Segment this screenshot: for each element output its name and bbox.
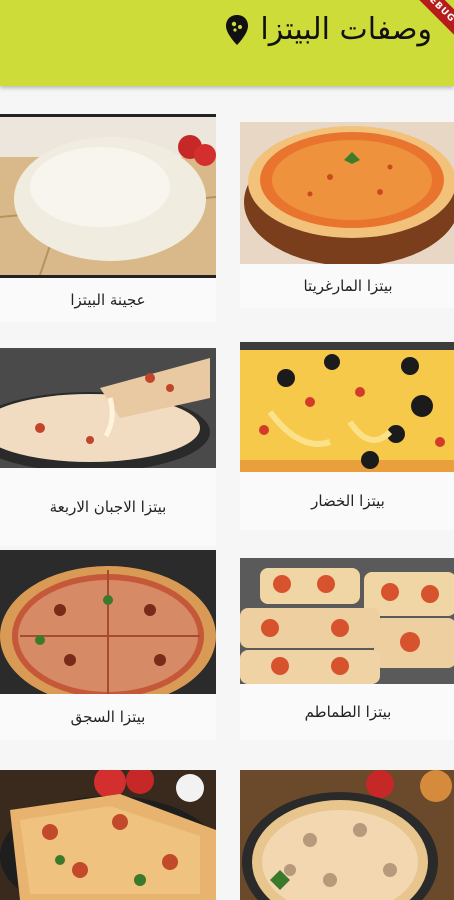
recipe-card-tomato[interactable]: بيتزا الطماطم	[240, 558, 454, 740]
four-cheese-pizza-photo	[0, 348, 216, 468]
sausage-pizza-photo	[0, 550, 216, 694]
recipe-card-dough[interactable]: عجينة البيتزا	[0, 114, 216, 322]
pizza-dough-photo	[0, 114, 216, 278]
recipe-card-pepperoni[interactable]	[0, 770, 216, 900]
recipe-card-vegetable[interactable]: بيتزا الخضار	[240, 342, 454, 530]
app-title: وصفات البيتزا	[260, 12, 432, 47]
pepperoni-pizza-photo	[0, 770, 216, 900]
recipe-card-mushroom[interactable]	[240, 770, 454, 900]
tomato-pizza-photo	[240, 558, 454, 684]
recipe-grid: بيتزا المارغريتا عجينة البيتزا بيتزا الخ…	[0, 86, 454, 900]
mushroom-pizza-photo	[240, 770, 454, 900]
recipe-label: عجينة البيتزا	[70, 291, 146, 309]
recipe-label: بيتزا السجق	[70, 708, 146, 726]
app-bar: وصفات البيتزا DEBUG	[0, 0, 454, 86]
app-title-group: وصفات البيتزا	[224, 12, 432, 47]
recipe-label: بيتزا الخضار	[311, 492, 385, 510]
recipe-label: بيتزا الاجبان الاربعة	[49, 498, 167, 516]
map-pin-icon	[226, 14, 249, 45]
recipe-card-four-cheese[interactable]: بيتزا الاجبان الاربعة	[0, 348, 216, 546]
pizza-margherita-photo	[240, 122, 454, 264]
recipe-card-sausage[interactable]: بيتزا السجق	[0, 550, 216, 740]
recipe-label: بيتزا المارغريتا	[303, 277, 393, 295]
recipe-card-margherita[interactable]: بيتزا المارغريتا	[240, 122, 454, 308]
recipe-label: بيتزا الطماطم	[304, 703, 392, 721]
vegetable-pizza-photo	[240, 342, 454, 472]
